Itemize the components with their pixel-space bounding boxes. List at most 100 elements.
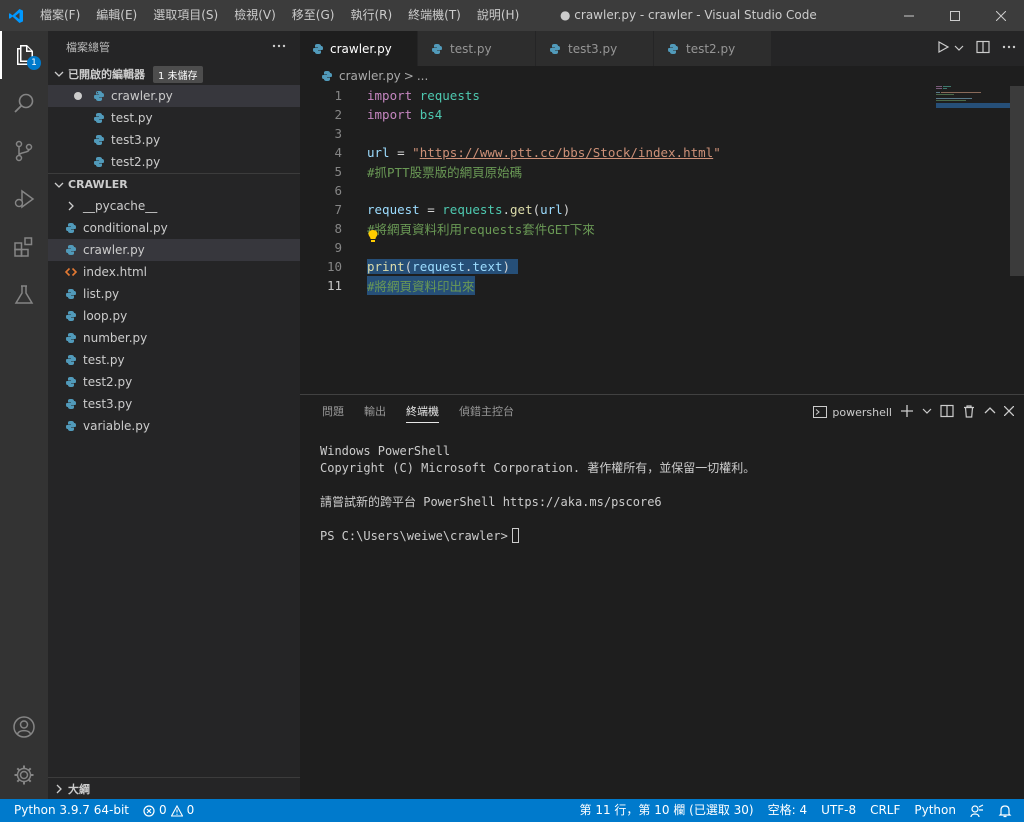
menu-selection[interactable]: 選取項目(S) [145,0,226,31]
line-number: 5 [334,164,342,179]
python-file-icon [548,42,562,56]
menu-view[interactable]: 檢視(V) [226,0,284,31]
maximize-button[interactable] [932,0,978,31]
string-url[interactable]: https://www.ptt.cc/bbs/Stock/index.html [420,145,714,160]
file-label: test3.py [83,397,133,411]
folder-section[interactable]: CRAWLER [48,173,300,195]
function-name: get [510,202,533,217]
kill-terminal-button[interactable] [962,404,976,421]
file-index-html[interactable]: index.html [48,261,300,283]
activity-bar: 1 [0,31,48,799]
chevron-down-icon [52,69,66,79]
indentation[interactable]: 空格: 4 [761,799,815,822]
split-editor-button[interactable] [976,40,990,57]
testing-button[interactable] [0,271,48,319]
python-interpreter[interactable]: Python 3.9.7 64-bit [0,799,136,822]
file-test3[interactable]: test3.py [48,393,300,415]
run-file-button[interactable] [936,40,950,57]
paren: ) [502,259,511,274]
cursor-position[interactable]: 第 11 行，第 10 欄 (已選取 30) [573,799,761,822]
file-conditional[interactable]: conditional.py [48,217,300,239]
tab-test3[interactable]: test3.py [536,31,654,66]
file-list[interactable]: list.py [48,283,300,305]
editor-scrollbar[interactable] [1010,86,1024,276]
tab-test2[interactable]: test2.py [654,31,772,66]
file-loop[interactable]: loop.py [48,305,300,327]
explorer-button[interactable]: 1 [0,31,48,79]
source-control-button[interactable] [0,127,48,175]
code-line: 11 #將網頁資料印出來 [300,276,930,295]
module-name: requests [442,202,503,217]
breadcrumb-file[interactable]: crawler.py [339,69,401,83]
tab-terminal[interactable]: 終端機 [396,395,449,429]
search-button[interactable] [0,79,48,127]
lightbulb-icon[interactable] [367,229,379,246]
chevron-down-icon [52,180,66,190]
run-debug-button[interactable] [0,175,48,223]
language-mode[interactable]: Python [907,799,963,822]
vscode-logo-icon [0,0,32,31]
window-title: ● crawler.py - crawler - Visual Studio C… [560,8,817,22]
menu-run[interactable]: 執行(R) [342,0,400,31]
file-number[interactable]: number.py [48,327,300,349]
tab-crawler[interactable]: crawler.py [300,31,418,66]
unsaved-badge: 1 未儲存 [153,65,203,83]
tab-problems[interactable]: 問題 [312,395,354,429]
file-test[interactable]: test.py [48,349,300,371]
notifications-button[interactable] [991,799,1024,822]
open-editor-test3[interactable]: test3.py [48,129,300,151]
breadcrumb-symbol[interactable]: ... [417,69,428,83]
file-label: crawler.py [83,243,145,257]
run-debug-icon [14,189,35,209]
menu-terminal[interactable]: 終端機(T) [400,0,469,31]
terminal-icon [813,406,828,418]
file-label: conditional.py [83,221,168,235]
menu-go[interactable]: 移至(G) [284,0,343,31]
problems-indicator[interactable]: 0 0 [136,799,201,822]
maximize-panel-button[interactable] [984,405,996,419]
menu-help[interactable]: 說明(H) [469,0,527,31]
terminal-dropdown-button[interactable] [922,405,932,419]
file-variable[interactable]: variable.py [48,415,300,437]
minimize-button[interactable] [886,0,932,31]
tab-debug-console[interactable]: 偵錯主控台 [449,395,524,429]
file-test2[interactable]: test2.py [48,371,300,393]
encoding[interactable]: UTF-8 [814,799,863,822]
feedback-button[interactable] [963,799,991,822]
open-editors-section[interactable]: 已開啟的編輯器 1 未儲存 [48,63,300,85]
variable: request [367,202,420,217]
terminal-output[interactable]: Windows PowerShell Copyright (C) Microsof… [320,443,755,545]
open-editor-test[interactable]: test.py [48,107,300,129]
outline-section[interactable]: 大綱 [48,777,300,799]
terminal-shell-select[interactable]: powershell [813,406,892,419]
close-window-button[interactable] [978,0,1024,31]
code-editor[interactable]: 1 import requests 2 import bs4 3 4 url =… [300,86,1024,394]
tab-test[interactable]: test.py [418,31,536,66]
more-actions-icon[interactable] [272,39,286,56]
split-terminal-button[interactable] [940,404,954,421]
folder-pycache[interactable]: __pycache__ [48,195,300,217]
editor-actions [936,31,1024,66]
warning-icon [170,804,183,817]
line-number: 10 [326,259,342,274]
chevron-up-icon [984,407,996,414]
tab-output[interactable]: 輸出 [354,395,396,429]
menu-edit[interactable]: 編輯(E) [88,0,145,31]
module-name: requests [419,88,480,103]
open-editor-test2[interactable]: test2.py [48,151,300,173]
menu-file[interactable]: 檔案(F) [32,0,88,31]
accounts-button[interactable] [0,703,48,751]
string-quote: " [412,145,420,160]
open-editor-crawler[interactable]: crawler.py [48,85,300,107]
extensions-button[interactable] [0,223,48,271]
new-terminal-button[interactable] [900,404,914,421]
run-dropdown-button[interactable] [954,42,964,56]
end-of-line[interactable]: CRLF [863,799,907,822]
python-file-icon [64,309,78,323]
outline-label: 大綱 [68,782,90,796]
manage-button[interactable] [0,751,48,799]
minimap[interactable] [936,86,1010,116]
more-editor-actions[interactable] [1002,40,1016,57]
file-crawler[interactable]: crawler.py [48,239,300,261]
close-panel-button[interactable] [1003,405,1015,419]
